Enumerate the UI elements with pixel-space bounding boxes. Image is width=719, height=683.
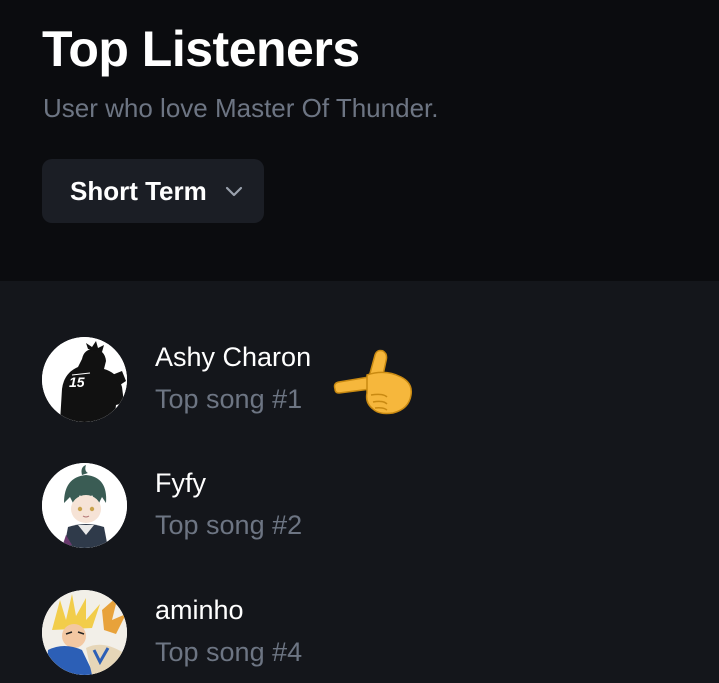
avatar-image <box>42 463 127 548</box>
time-range-dropdown[interactable]: Short Term <box>42 159 264 223</box>
time-range-label: Short Term <box>70 176 207 206</box>
avatar[interactable]: 15 <box>42 337 127 422</box>
page-title: Top Listeners <box>42 21 360 77</box>
listener-rank: Top song #1 <box>155 384 303 414</box>
page-header: Top Listeners User who love Master Of Th… <box>0 0 719 281</box>
listener-rank: Top song #2 <box>155 510 303 540</box>
avatar-image: 15 <box>42 337 127 422</box>
pointing-hand-icon-graphic <box>333 349 413 415</box>
chevron-down-icon <box>225 186 243 197</box>
listener-row[interactable]: Fyfy Top song #2 <box>0 463 719 563</box>
pointing-hand-icon <box>331 347 415 419</box>
avatar-image <box>42 590 127 675</box>
avatar[interactable] <box>42 590 127 675</box>
svg-text:15: 15 <box>69 374 85 390</box>
page-subtitle: User who love Master Of Thunder. <box>43 93 439 123</box>
listener-name[interactable]: Ashy Charon <box>155 340 311 374</box>
listener-rank: Top song #4 <box>155 637 303 667</box>
listener-name[interactable]: Fyfy <box>155 466 206 500</box>
listener-row[interactable]: aminho Top song #4 <box>0 590 719 683</box>
top-listeners-page: Top Listeners User who love Master Of Th… <box>0 0 719 683</box>
listener-name[interactable]: aminho <box>155 593 244 627</box>
listener-list: 15 Ashy Charon Top song #1 Fyfy Top song… <box>0 281 719 683</box>
avatar[interactable] <box>42 463 127 548</box>
